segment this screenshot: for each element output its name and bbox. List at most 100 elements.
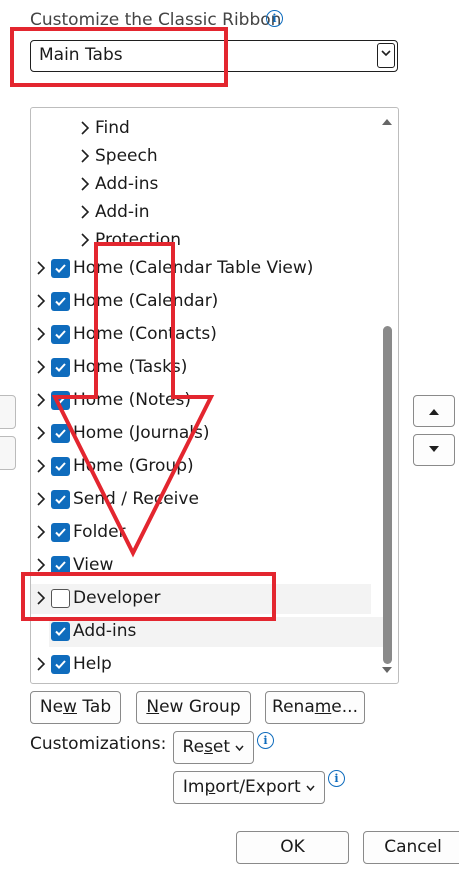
rename-button[interactable]: Rename...: [265, 691, 365, 724]
new-group-label-b: ew Group: [159, 697, 241, 717]
tree-group-row[interactable]: Add-in: [31, 198, 371, 228]
chevron-right-icon[interactable]: [33, 557, 49, 573]
tab-checkbox[interactable]: [51, 424, 70, 443]
tree-tab-label: Home (Notes): [73, 390, 191, 410]
tree-group-row[interactable]: Protection: [31, 226, 371, 256]
rename-label-a: Rena: [272, 697, 315, 717]
tree-tab-label: View: [73, 555, 114, 575]
chevron-right-icon[interactable]: [33, 359, 49, 375]
new-group-label-a: N: [146, 697, 160, 717]
checkmark-icon: [55, 462, 66, 471]
tree-group-row[interactable]: Find: [31, 114, 371, 144]
checkmark-icon: [55, 429, 66, 438]
tab-checkbox[interactable]: [51, 358, 70, 377]
scroll-up-icon[interactable]: [380, 116, 394, 126]
customizations-label: Customizations:: [30, 734, 167, 754]
tree-tab-label: Home (Calendar): [73, 291, 219, 311]
add-button-partial[interactable]: [0, 395, 16, 429]
tree-tab-row[interactable]: Home (Contacts): [31, 320, 371, 350]
scroll-down-icon[interactable]: [380, 666, 394, 676]
tree-group-label: Add-in: [95, 202, 150, 222]
chevron-right-icon[interactable]: [33, 392, 49, 408]
tab-checkbox[interactable]: [51, 259, 70, 278]
chevron-right-icon[interactable]: [77, 204, 93, 220]
tree-tab-row[interactable]: Home (Journals): [31, 419, 371, 449]
tree-tab-row[interactable]: Home (Group): [31, 452, 371, 482]
tab-checkbox[interactable]: [51, 490, 70, 509]
import-label-b: p: [204, 777, 216, 797]
chevron-right-icon[interactable]: [33, 491, 49, 507]
move-down-button[interactable]: [413, 434, 455, 466]
checkmark-icon: [55, 363, 66, 372]
import-label-a: Im: [182, 777, 205, 797]
tree-tab-row[interactable]: Folder: [31, 518, 371, 548]
chevron-right-icon[interactable]: [33, 260, 49, 276]
info-icon[interactable]: i: [266, 10, 283, 27]
tree-tab-row[interactable]: Home (Tasks): [31, 353, 371, 383]
ribbon-tabs-dropdown[interactable]: Main Tabs: [30, 40, 398, 72]
tree-tab-label: Folder: [73, 522, 126, 542]
scrollbar[interactable]: [380, 114, 394, 679]
checkmark-icon: [55, 264, 66, 273]
tab-checkbox[interactable]: [51, 292, 70, 311]
checkmark-icon: [55, 495, 66, 504]
checkmark-icon: [55, 396, 66, 405]
chevron-right-icon[interactable]: [77, 232, 93, 248]
section-title: Customize the Classic Ribbon: [30, 10, 282, 30]
reset-label-b: s: [204, 737, 213, 757]
tree-tab-row[interactable]: View: [31, 551, 371, 581]
tab-checkbox[interactable]: [51, 391, 70, 410]
checkmark-icon: [55, 627, 66, 636]
move-up-button[interactable]: [413, 395, 455, 427]
tree-tab-label: Home (Calendar Table View): [73, 258, 314, 278]
scrollbar-thumb[interactable]: [383, 326, 392, 664]
chevron-right-icon[interactable]: [33, 425, 49, 441]
new-tab-label-c: Tab: [76, 697, 112, 717]
chevron-right-icon[interactable]: [33, 293, 49, 309]
chevron-right-icon[interactable]: [33, 326, 49, 342]
tree-tab-row[interactable]: Home (Calendar Table View): [31, 254, 371, 284]
tree-group-label: Add-ins: [95, 174, 159, 194]
tree-tab-row[interactable]: Add-ins: [49, 617, 389, 647]
remove-button-partial[interactable]: [0, 436, 16, 470]
tab-checkbox[interactable]: [51, 457, 70, 476]
tab-checkbox[interactable]: [51, 325, 70, 344]
new-group-button[interactable]: New Group: [136, 691, 251, 724]
import-export-button[interactable]: Import/Export: [173, 771, 325, 804]
tree-group-row[interactable]: Speech: [31, 142, 371, 172]
tree-tab-label: Home (Contacts): [73, 324, 217, 344]
reset-button[interactable]: Reset: [173, 731, 254, 764]
import-label-c: ort/Export: [215, 777, 301, 797]
tree-tab-row[interactable]: Help: [31, 650, 371, 680]
reset-label-c: et: [212, 737, 231, 757]
chevron-right-icon[interactable]: [33, 590, 49, 606]
chevron-right-icon[interactable]: [77, 120, 93, 136]
tab-checkbox[interactable]: [51, 622, 70, 641]
tree-group-label: Find: [95, 118, 130, 138]
tab-checkbox[interactable]: [51, 523, 70, 542]
cancel-button[interactable]: Cancel: [363, 831, 459, 864]
tree-tab-label: Developer: [73, 588, 161, 608]
tree-tab-label: Home (Group): [73, 456, 194, 476]
tree-group-row[interactable]: Add-ins: [31, 170, 371, 200]
chevron-right-icon[interactable]: [77, 148, 93, 164]
chevron-right-icon[interactable]: [77, 176, 93, 192]
tab-checkbox[interactable]: [51, 589, 70, 608]
tree-tab-row[interactable]: Home (Calendar): [31, 287, 371, 317]
tree-tab-row[interactable]: Developer: [31, 584, 371, 614]
tab-checkbox[interactable]: [51, 655, 70, 674]
ok-button[interactable]: OK: [236, 831, 349, 864]
info-icon[interactable]: i: [328, 770, 345, 787]
ribbon-tree[interactable]: Find Speech Add-ins Add-in Protection Home (C…: [30, 107, 399, 684]
tree-tab-row[interactable]: Home (Notes): [31, 386, 371, 416]
chevron-right-icon[interactable]: [33, 458, 49, 474]
chevron-right-icon[interactable]: [33, 656, 49, 672]
new-tab-button[interactable]: New Tab: [30, 691, 121, 724]
tab-checkbox[interactable]: [51, 556, 70, 575]
chevron-down-icon[interactable]: [377, 43, 395, 68]
checkmark-icon: [55, 561, 66, 570]
info-icon[interactable]: i: [257, 732, 274, 749]
chevron-right-icon[interactable]: [33, 524, 49, 540]
tree-tab-row[interactable]: Send / Receive: [31, 485, 371, 515]
tree-tab-label: Add-ins: [73, 621, 137, 641]
